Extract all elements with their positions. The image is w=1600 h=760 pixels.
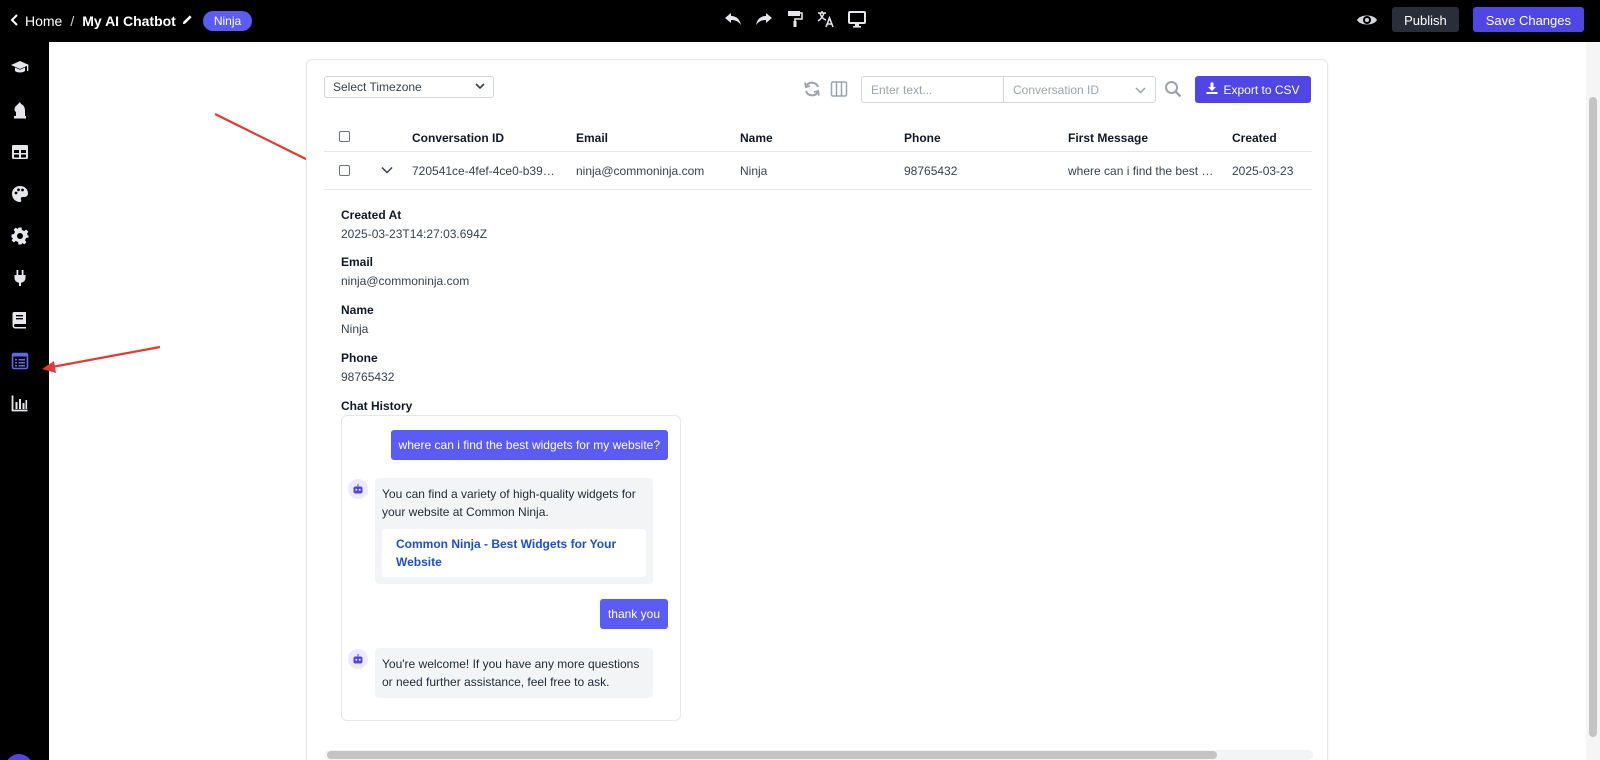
select-all-checkbox[interactable] [339, 131, 350, 142]
link-card-title[interactable]: Common Ninja - Best Widgets for Your [396, 535, 632, 553]
breadcrumb-separator: / [70, 13, 75, 29]
pencil-icon[interactable] [182, 14, 193, 28]
column-header-email[interactable]: Email [576, 131, 608, 145]
detail-label: Email [341, 255, 374, 269]
search-field-select[interactable]: Conversation ID [1004, 76, 1156, 103]
detail-created-at: Created At 2025-03-23T14:27:03.694Z [341, 208, 487, 241]
chevron-down-icon [1135, 83, 1146, 97]
column-header-name[interactable]: Name [740, 131, 773, 145]
chess-knight-icon[interactable] [8, 98, 32, 122]
user-message: where can i find the best widgets for my… [390, 430, 668, 460]
avatar[interactable] [5, 754, 33, 760]
bot-message: You can find a variety of high-quality w… [375, 478, 653, 584]
table-icon[interactable] [8, 140, 32, 164]
columns-icon[interactable] [830, 80, 848, 98]
breadcrumb: Home / My AI Chatbot Ninja [10, 11, 253, 31]
detail-value: 98765432 [341, 370, 395, 384]
download-icon [1206, 82, 1218, 97]
timezone-select-label: Select Timezone [333, 80, 422, 94]
top-bar: Home / My AI Chatbot Ninja Publish Save … [0, 0, 1600, 42]
chevron-down-icon [475, 82, 485, 93]
detail-value: ninja@commoninja.com [341, 274, 470, 288]
table-header: Conversation ID Email Name Phone First M… [324, 122, 1312, 152]
redo-icon[interactable] [753, 8, 775, 30]
bot-message-text: You can find a variety of high-quality w… [382, 487, 636, 501]
page-scrollbar[interactable] [1586, 42, 1600, 760]
column-header-created[interactable]: Created [1232, 131, 1277, 145]
robot-icon [348, 479, 368, 499]
publish-button[interactable]: Publish [1392, 7, 1459, 32]
column-header-first-message[interactable]: First Message [1068, 131, 1148, 145]
sidebar [0, 42, 49, 760]
column-header-phone[interactable]: Phone [904, 131, 941, 145]
bot-message: You're welcome! If you have any more que… [375, 648, 653, 698]
export-csv-button[interactable]: Export to CSV [1195, 76, 1311, 103]
bar-chart-icon[interactable] [8, 391, 32, 415]
bot-message-text: your website at Common Ninja. [382, 505, 549, 519]
plug-icon[interactable] [8, 266, 32, 290]
graduation-cap-icon[interactable] [8, 56, 32, 80]
detail-value: 2025-03-23T14:27:03.694Z [341, 227, 488, 241]
detail-label: Name [341, 303, 374, 317]
user-message: thank you [599, 599, 668, 629]
detail-label: Created At [341, 208, 402, 222]
chat-history: where can i find the best widgets for my… [341, 415, 681, 721]
export-csv-label: Export to CSV [1223, 82, 1300, 97]
detail-label: Chat History [341, 399, 413, 413]
status-badge: Ninja [202, 11, 253, 31]
cell-conversation-id: 720541ce-4fef-4ce0-b39… [412, 164, 555, 178]
cell-first-message: where can i find the best … [1068, 164, 1214, 178]
annotation-arrow-sidebar [42, 345, 161, 373]
chevron-down-icon[interactable] [380, 163, 394, 177]
list-icon[interactable] [8, 349, 32, 373]
detail-phone: Phone 98765432 [341, 351, 394, 384]
column-header-conversation-id[interactable]: Conversation ID [412, 131, 504, 145]
top-actions: Publish Save Changes [1356, 7, 1584, 32]
paint-roller-icon[interactable] [784, 8, 806, 30]
detail-label: Phone [341, 351, 378, 365]
table-row[interactable]: 720541ce-4fef-4ce0-b39… ninja@commoninja… [324, 152, 1312, 190]
cell-phone: 98765432 [904, 164, 958, 178]
refresh-icon[interactable] [803, 80, 821, 98]
home-link[interactable]: Home [25, 13, 62, 29]
save-changes-button[interactable]: Save Changes [1472, 7, 1584, 32]
search-input[interactable] [861, 76, 1004, 103]
detail-name: Name Ninja [341, 303, 374, 336]
bot-message-text: You're welcome! If you have any more que… [382, 657, 640, 671]
page-title[interactable]: My AI Chatbot [82, 13, 176, 29]
row-checkbox[interactable] [339, 165, 350, 176]
desktop-icon[interactable] [846, 8, 868, 30]
page-scrollbar-thumb[interactable] [1589, 97, 1597, 737]
cell-email: ninja@commoninja.com [576, 164, 705, 178]
robot-icon [348, 649, 368, 669]
editor-tools [722, 8, 868, 30]
conversations-panel: Select Timezone Conversation ID Export t… [306, 59, 1328, 760]
chevron-left-icon[interactable] [10, 13, 19, 29]
palette-icon[interactable] [8, 182, 32, 206]
cell-name: Ninja [740, 164, 768, 178]
link-card[interactable]: Common Ninja - Best Widgets for Your Web… [382, 529, 646, 577]
translate-icon[interactable] [815, 8, 837, 30]
gear-icon[interactable] [8, 224, 32, 248]
table-horizontal-scrollbar[interactable] [324, 750, 1313, 760]
undo-icon[interactable] [722, 8, 744, 30]
table-scrollbar-thumb[interactable] [327, 751, 1217, 759]
bot-message-text: or need further assistance, feel free to… [382, 675, 610, 689]
book-icon[interactable] [8, 308, 32, 332]
detail-value: Ninja [341, 322, 369, 336]
cell-created: 2025-03-23 [1232, 164, 1294, 178]
search-icon[interactable] [1164, 80, 1182, 98]
link-card-title[interactable]: Website [396, 553, 632, 571]
timezone-select[interactable]: Select Timezone [324, 76, 494, 98]
eye-icon[interactable] [1356, 9, 1378, 31]
detail-email: Email ninja@commoninja.com [341, 255, 469, 288]
search-field-select-value: Conversation ID [1013, 82, 1100, 97]
